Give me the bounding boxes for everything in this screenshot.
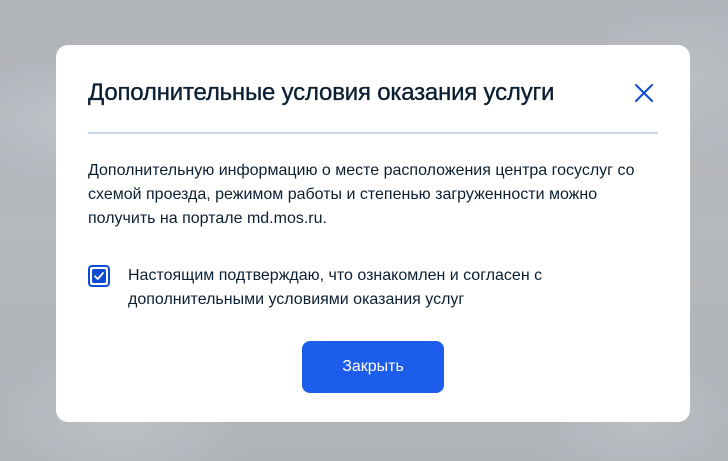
agreement-checkbox-label[interactable]: Настоящим подтверждаю, что ознакомлен и … — [128, 264, 558, 312]
check-icon — [94, 272, 104, 280]
modal-title: Дополнительные условия оказания услуги — [88, 79, 555, 106]
agreement-checkbox[interactable] — [88, 265, 110, 287]
checkbox-checked-mark — [92, 269, 106, 283]
modal-header: Дополнительные условия оказания услуги — [88, 45, 658, 134]
agreement-checkbox-row[interactable]: Настоящим подтверждаю, что ознакомлен и … — [88, 264, 658, 312]
modal-actions: Закрыть — [88, 341, 658, 393]
close-button[interactable]: Закрыть — [302, 341, 444, 393]
close-icon[interactable] — [634, 83, 654, 103]
modal-description: Дополнительную информацию о месте распол… — [88, 162, 635, 227]
conditions-modal: Дополнительные условия оказания услуги Д… — [56, 45, 690, 422]
